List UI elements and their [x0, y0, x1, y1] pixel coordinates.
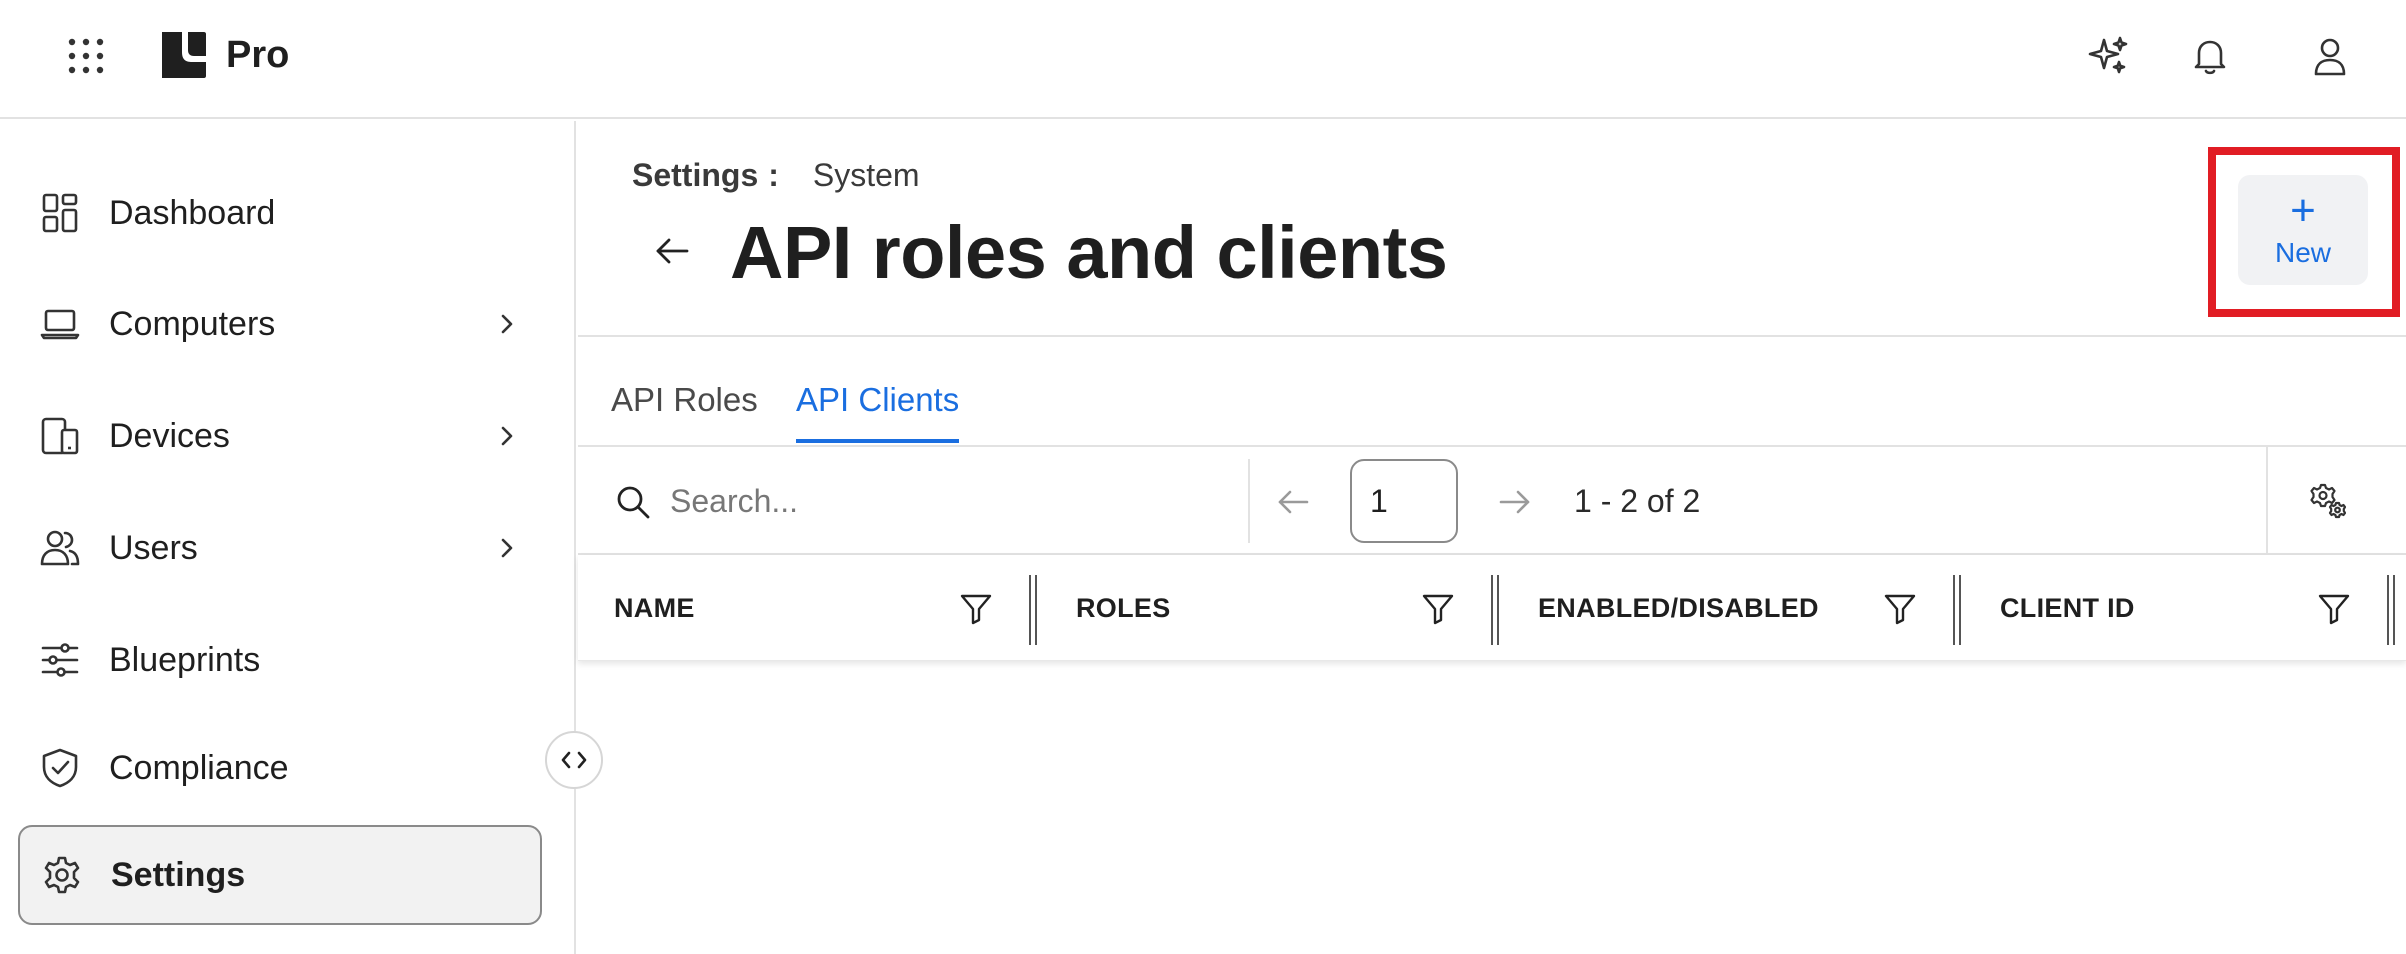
sidebar-item-compliance[interactable]: Compliance	[18, 718, 542, 818]
arrow-left-icon	[1278, 490, 1309, 514]
sidebar-item-label: Devices	[109, 416, 230, 455]
chevron-right-icon	[492, 309, 522, 339]
column-header-client-id[interactable]: CLIENT ID	[1964, 555, 2406, 661]
gears-icon	[2310, 483, 2346, 519]
breadcrumb-root[interactable]: Settings	[632, 157, 758, 194]
table-header: NAME ROLES ENABLED/DISABLED CLIENT ID	[578, 555, 2406, 661]
main-content: Settings : System API roles and clients …	[578, 121, 2406, 954]
laptop-icon	[38, 302, 82, 346]
filter-icon[interactable]	[1418, 589, 1458, 629]
search-icon	[614, 483, 652, 521]
top-bar: Pro	[0, 0, 2406, 119]
column-header-enabled-disabled[interactable]: ENABLED/DISABLED	[1502, 555, 1964, 661]
breadcrumb-leaf[interactable]: System	[813, 157, 920, 194]
devices-icon	[38, 414, 82, 458]
breadcrumb-separator: :	[768, 157, 779, 193]
sidebar-item-settings[interactable]: Settings	[18, 825, 542, 925]
page-header: Settings : System API roles and clients …	[578, 121, 2406, 337]
chevron-right-icon	[492, 421, 522, 451]
column-label: ENABLED/DISABLED	[1538, 593, 1819, 623]
plus-icon: +	[2290, 186, 2316, 235]
tab-bar: API Roles API Clients	[578, 337, 2406, 447]
column-label: ROLES	[1076, 593, 1171, 623]
brand-name: Pro	[226, 34, 290, 76]
filter-icon[interactable]	[2314, 589, 2354, 629]
filter-icon[interactable]	[1880, 589, 1920, 629]
breadcrumb: Settings : System	[632, 157, 920, 194]
chevron-right-icon	[492, 533, 522, 563]
toolbar-divider	[2266, 447, 2268, 555]
search-input[interactable]	[670, 473, 1190, 529]
code-brackets-icon	[561, 751, 587, 769]
table-toolbar: 1 - 2 of 2	[578, 447, 2406, 555]
sidebar-item-label: Computers	[109, 304, 276, 343]
sidebar-collapse-button[interactable]	[545, 731, 603, 789]
column-header-roles[interactable]: ROLES	[1040, 555, 1502, 661]
sidebar: Dashboard Computers Devices Users Bluepr…	[0, 121, 576, 954]
sparkle-ai-icon[interactable]	[2080, 28, 2136, 84]
sidebar-item-label: Blueprints	[109, 640, 261, 679]
bell-notification-icon[interactable]	[2182, 28, 2238, 84]
sidebar-item-label: Settings	[111, 855, 246, 894]
column-header-name[interactable]: NAME	[578, 555, 1040, 661]
filter-icon[interactable]	[956, 589, 996, 629]
user-profile-icon[interactable]	[2302, 28, 2358, 84]
column-resize-handle[interactable]	[1026, 575, 1040, 645]
dashboard-icon	[38, 191, 82, 235]
next-page-button[interactable]	[1490, 477, 1540, 527]
column-label: NAME	[614, 593, 695, 623]
users-icon	[38, 526, 82, 570]
sidebar-item-dashboard[interactable]: Dashboard	[18, 163, 542, 263]
column-label: CLIENT ID	[2000, 593, 2135, 623]
sidebar-item-computers[interactable]: Computers	[18, 274, 542, 374]
page-title: API roles and clients	[730, 211, 1448, 294]
sidebar-item-label: Users	[109, 528, 198, 567]
sidebar-item-label: Dashboard	[109, 193, 276, 232]
sidebar-item-label: Compliance	[109, 748, 289, 787]
page-number-input[interactable]	[1350, 459, 1458, 543]
arrow-right-icon	[1499, 490, 1530, 514]
sidebar-item-users[interactable]: Users	[18, 498, 542, 598]
previous-page-button[interactable]	[1268, 477, 1318, 527]
tab-api-roles[interactable]: API Roles	[611, 381, 758, 439]
tab-api-clients[interactable]: API Clients	[796, 381, 960, 443]
table-settings-button[interactable]	[2308, 481, 2348, 521]
pagination-range: 1 - 2 of 2	[1574, 483, 1701, 519]
brand-logo-icon[interactable]	[158, 30, 210, 80]
gear-icon	[40, 853, 84, 897]
new-button-label: New	[2274, 237, 2331, 268]
shield-check-icon	[38, 746, 82, 790]
sidebar-item-blueprints[interactable]: Blueprints	[18, 610, 542, 710]
sidebar-item-devices[interactable]: Devices	[18, 386, 542, 486]
column-resize-handle[interactable]	[1488, 575, 1502, 645]
toolbar-divider	[1248, 459, 1250, 543]
app-grid-icon[interactable]	[60, 30, 112, 82]
back-arrow-icon[interactable]	[648, 227, 696, 275]
column-resize-handle[interactable]	[1950, 575, 1964, 645]
column-resize-handle[interactable]	[2384, 575, 2398, 645]
sliders-icon	[38, 638, 82, 682]
new-button[interactable]: + New	[2238, 175, 2368, 285]
